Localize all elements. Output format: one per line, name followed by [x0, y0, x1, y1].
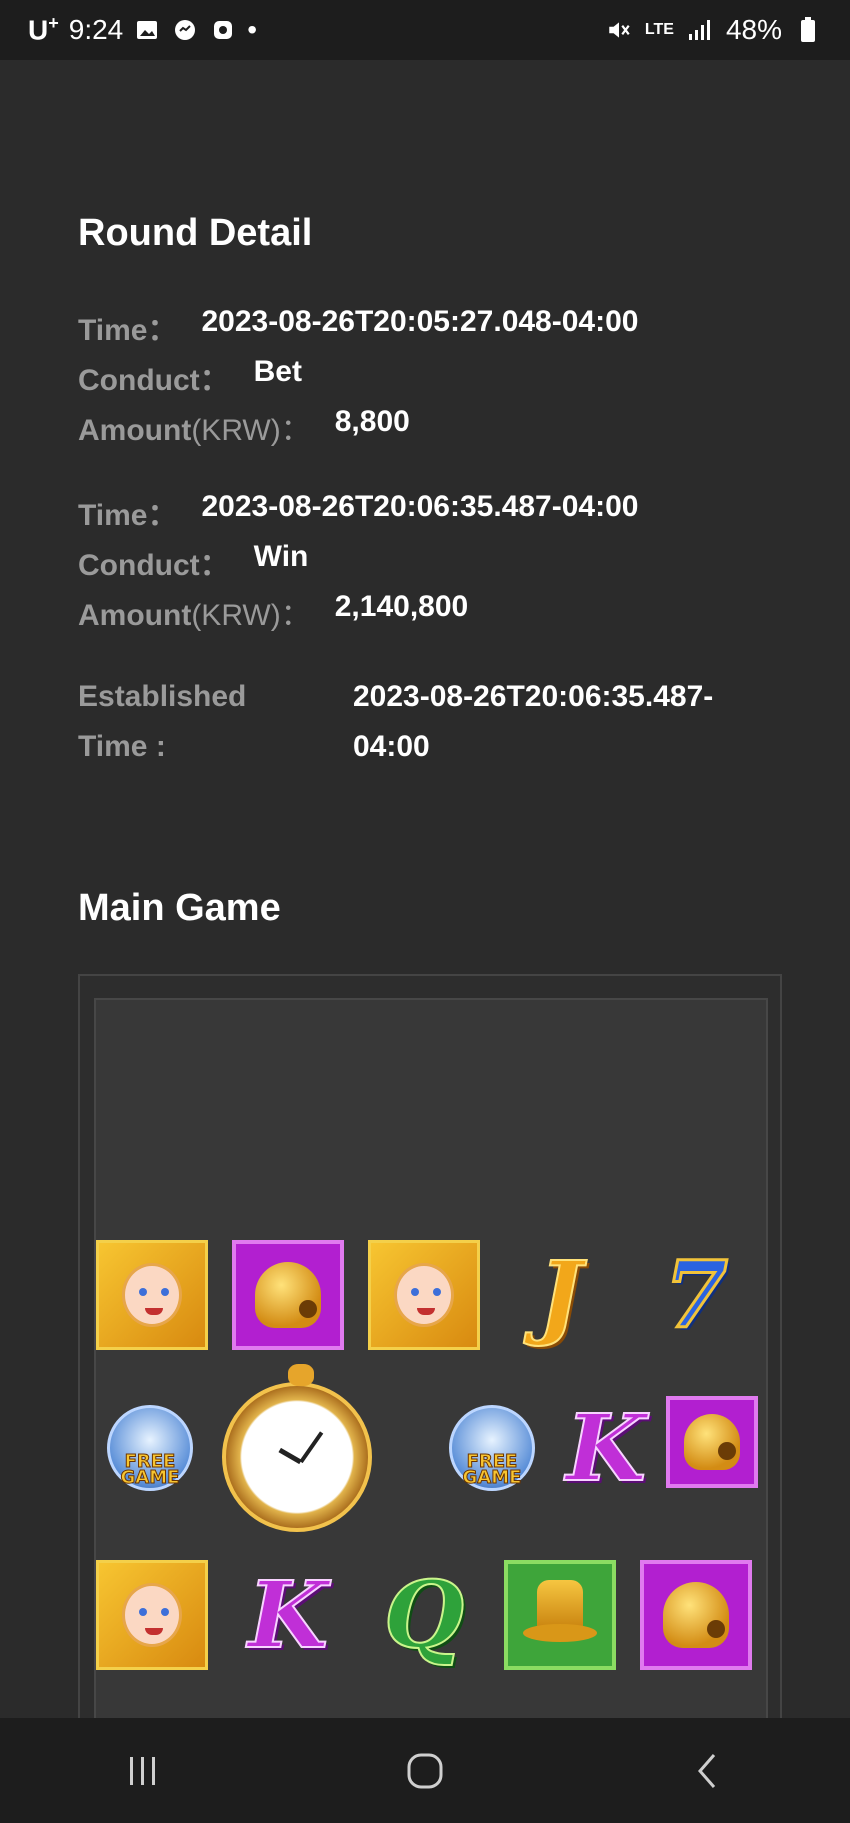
carrier-label: U+ — [28, 13, 59, 46]
round-detail-title: Round Detail — [78, 212, 313, 254]
q-symbol: Q — [383, 1561, 465, 1669]
gallery-icon — [133, 16, 161, 44]
system-navigation-bar — [0, 1718, 850, 1823]
entry-2-amount-row: Amount(KRW)： 2,140,800 — [78, 590, 468, 634]
k-symbol: K — [565, 1394, 647, 1502]
recent-apps-icon — [129, 1756, 155, 1785]
entry-2-time-row: Time： 2023-08-26T20:06:35.487-04:00 — [78, 490, 638, 534]
bell-symbol — [232, 1240, 344, 1350]
bell-symbol — [666, 1396, 758, 1488]
clock-time: 9:24 — [68, 13, 124, 45]
seven-symbol: 7 — [662, 1241, 729, 1349]
app-notification-icon — [209, 16, 237, 44]
established-time-value: 2023-08-26T20:06:35.487- 04:00 — [353, 680, 714, 763]
j-symbol: J — [537, 1241, 583, 1349]
amount-value: 2,140,800 — [334, 590, 469, 623]
back-button[interactable] — [678, 1741, 738, 1801]
free-game-rabbit-symbol: FREE GAME — [100, 1398, 200, 1498]
conduct-label: Conduct： — [78, 364, 230, 397]
game-board: J 7 FREE GAME FREE GAME K K Q — [94, 998, 768, 1738]
pocket-watch-symbol — [208, 1364, 386, 1542]
notification-dot: • — [247, 13, 258, 45]
conduct-label: Conduct： — [78, 549, 230, 582]
entry-1-conduct-row: Conduct： Bet — [78, 355, 302, 399]
signal-icon — [686, 16, 714, 44]
alice-symbol — [96, 1560, 208, 1670]
amount-label: Amount(KRW)： — [78, 414, 311, 447]
status-bar: U+ 9:24 • LTE 48% — [0, 0, 850, 60]
main-game-title: Main Game — [78, 887, 281, 929]
game-board-frame: J 7 FREE GAME FREE GAME K K Q — [78, 974, 782, 1738]
messenger-icon — [171, 16, 199, 44]
entry-1-time-row: Time： 2023-08-26T20:05:27.048-04:00 — [78, 305, 638, 349]
back-icon — [698, 1753, 716, 1788]
conduct-value: Win — [253, 540, 309, 573]
k-symbol: K — [247, 1561, 329, 1669]
bell-symbol — [640, 1560, 752, 1670]
home-icon — [407, 1753, 443, 1788]
network-type: LTE — [644, 21, 674, 38]
entry-2-conduct-row: Conduct： Win — [78, 540, 308, 584]
alice-symbol — [368, 1240, 480, 1350]
time-value: 2023-08-26T20:05:27.048-04:00 — [201, 305, 639, 338]
entry-1-amount-row: Amount(KRW)： 8,800 — [78, 405, 410, 449]
time-label: Time： — [78, 499, 178, 532]
recent-apps-button[interactable] — [112, 1741, 172, 1801]
amount-label: Amount(KRW)： — [78, 599, 311, 632]
home-button[interactable] — [395, 1741, 455, 1801]
amount-value: 8,800 — [334, 405, 410, 438]
battery-icon — [794, 16, 822, 44]
time-value: 2023-08-26T20:06:35.487-04:00 — [201, 490, 639, 523]
free-game-rabbit-symbol: FREE GAME — [442, 1398, 542, 1498]
top-hat-symbol — [504, 1560, 616, 1670]
battery-percent: 48% — [725, 14, 782, 45]
status-left: U+ 9:24 • — [28, 13, 257, 46]
mute-icon — [605, 16, 633, 44]
established-time-label: Established Time : — [78, 680, 247, 763]
status-right: LTE 48% — [605, 14, 822, 46]
alice-symbol — [96, 1240, 208, 1350]
conduct-value: Bet — [253, 355, 302, 388]
time-label: Time： — [78, 314, 178, 347]
